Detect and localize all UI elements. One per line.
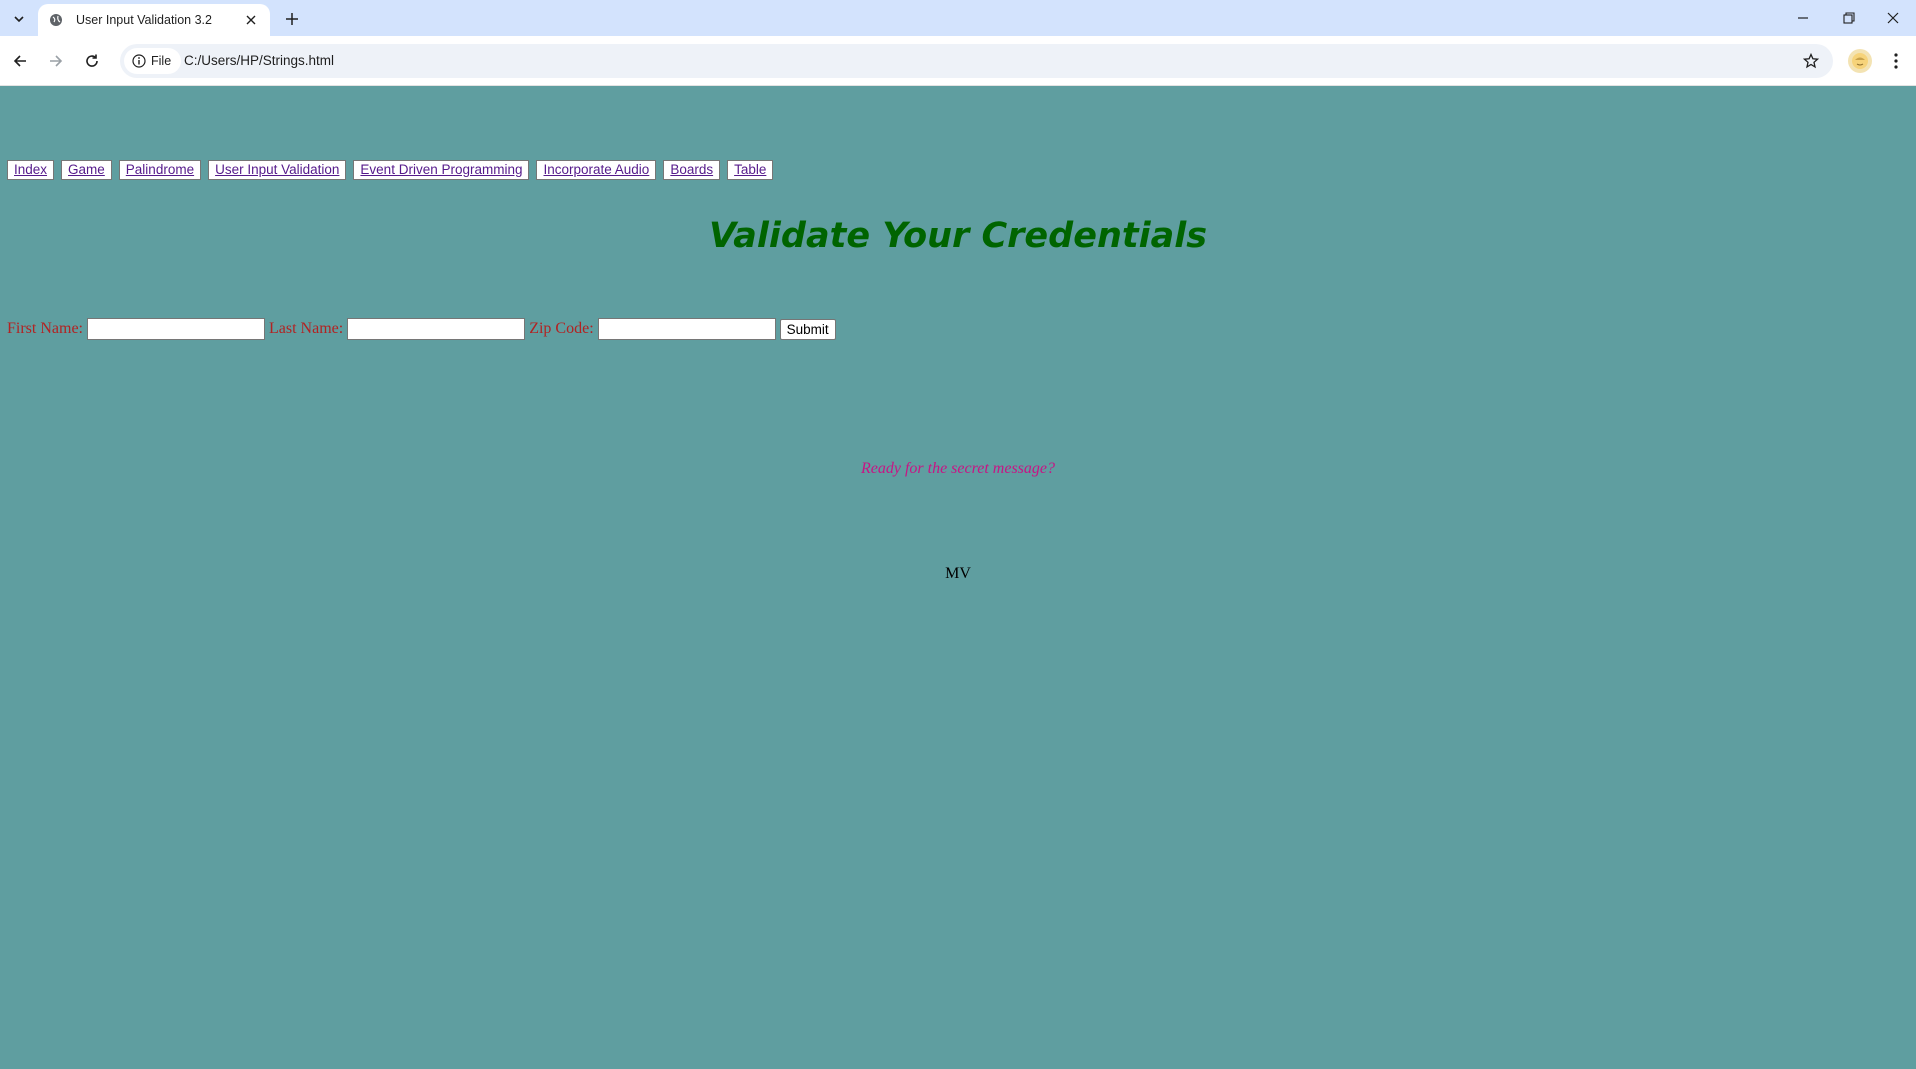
tab-title: User Input Validation 3.2 bbox=[76, 13, 212, 27]
url-text[interactable]: C:/Users/HP/Strings.html bbox=[184, 53, 334, 68]
last-name-label: Last Name: bbox=[269, 320, 344, 337]
nav-link-boards[interactable]: Boards bbox=[663, 160, 721, 180]
tab-strip: User Input Validation 3.2 bbox=[0, 0, 1916, 36]
footer-initials: MV bbox=[945, 565, 971, 582]
site-chip-label: File bbox=[151, 54, 172, 68]
first-name-label: First Name: bbox=[7, 320, 83, 337]
nav-link-palindrome[interactable]: Palindrome bbox=[118, 160, 202, 180]
site-navigation: Index Game Palindrome User Input Validat… bbox=[7, 160, 774, 180]
page-title: Validate Your Credentials bbox=[708, 216, 1208, 256]
arrow-left-icon[interactable] bbox=[6, 47, 34, 75]
close-icon[interactable] bbox=[242, 11, 260, 29]
browser-toolbar: File C:/Users/HP/Strings.html bbox=[0, 36, 1916, 86]
nav-link-incorporate-audio[interactable]: Incorporate Audio bbox=[536, 160, 657, 180]
minimize-icon[interactable] bbox=[1780, 0, 1826, 36]
page-content: Index Game Palindrome User Input Validat… bbox=[0, 86, 1916, 1069]
nav-link-index[interactable]: Index bbox=[7, 160, 55, 180]
nav-link-user-input-validation[interactable]: User Input Validation bbox=[208, 160, 347, 180]
nav-link-event-driven-programming[interactable]: Event Driven Programming bbox=[353, 160, 530, 180]
zip-code-label: Zip Code: bbox=[529, 320, 594, 337]
close-window-icon[interactable] bbox=[1870, 0, 1916, 36]
nav-link-table[interactable]: Table bbox=[727, 160, 774, 180]
credentials-form: First Name: Last Name: Zip Code: Submit bbox=[7, 318, 836, 340]
arrow-right-icon[interactable] bbox=[42, 47, 70, 75]
zip-code-field[interactable] bbox=[597, 318, 776, 340]
avatar-icon[interactable] bbox=[1848, 49, 1872, 73]
reload-icon[interactable] bbox=[78, 47, 106, 75]
secret-message: Ready for the secret message? bbox=[860, 460, 1055, 477]
star-icon[interactable] bbox=[1799, 49, 1823, 73]
nav-link-game[interactable]: Game bbox=[61, 160, 112, 180]
chevron-down-icon[interactable] bbox=[8, 8, 30, 30]
kebab-menu-icon[interactable] bbox=[1884, 49, 1908, 73]
globe-icon bbox=[48, 12, 64, 28]
first-name-field[interactable] bbox=[87, 318, 265, 340]
last-name-field[interactable] bbox=[347, 318, 526, 340]
browser-tab[interactable]: User Input Validation 3.2 bbox=[38, 4, 270, 36]
restore-icon[interactable] bbox=[1826, 0, 1872, 36]
site-info-chip[interactable]: File bbox=[124, 48, 182, 74]
address-bar[interactable]: File C:/Users/HP/Strings.html bbox=[120, 44, 1833, 78]
info-icon bbox=[132, 54, 146, 68]
submit-button[interactable]: Submit bbox=[779, 318, 836, 340]
plus-icon[interactable] bbox=[280, 7, 304, 31]
